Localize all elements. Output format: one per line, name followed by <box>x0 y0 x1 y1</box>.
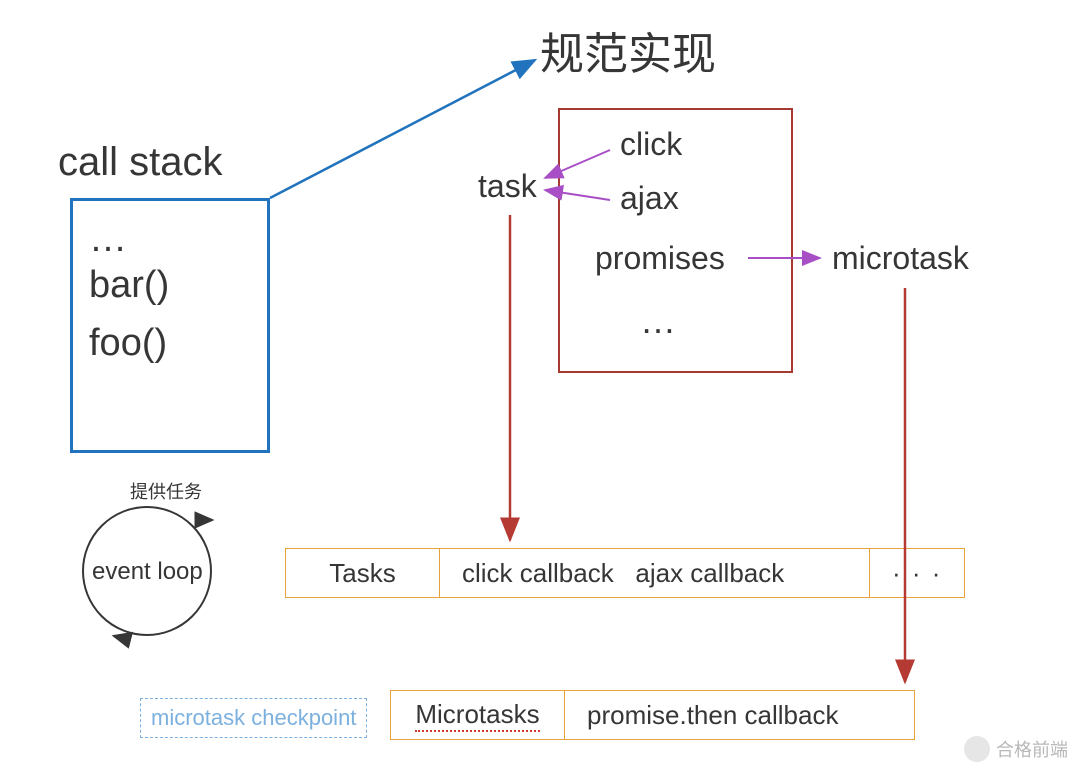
watermark: 合格前端 <box>964 736 1068 762</box>
call-stack-title: call stack <box>58 140 223 185</box>
microtask-label: microtask <box>832 240 969 277</box>
microtask-checkpoint-box: microtask checkpoint <box>140 698 367 738</box>
event-loop-text: event loop <box>92 558 203 586</box>
microtasks-header-cell: Microtasks <box>390 690 565 740</box>
spec-item-promises: promises <box>595 240 725 277</box>
tasks-header-cell: Tasks <box>285 548 440 598</box>
task-label: task <box>478 168 537 205</box>
tasks-ellipsis-cell: · · · <box>870 548 965 598</box>
spec-item-ajax: ajax <box>620 180 679 217</box>
spec-impl-title: 规范实现 <box>540 18 716 82</box>
watermark-icon <box>964 736 990 762</box>
call-stack-item: bar() <box>89 264 251 307</box>
provides-task-label: 提供任务 <box>130 478 202 504</box>
event-loop-arrowhead-bottom <box>114 636 130 640</box>
microtasks-queue: Microtasks promise.then callback <box>390 690 915 740</box>
tasks-content-cell: click callback ajax callback <box>440 548 870 598</box>
spec-item-click: click <box>620 126 682 163</box>
call-stack-item: foo() <box>89 322 251 365</box>
tasks-queue: Tasks click callback ajax callback · · · <box>285 548 965 598</box>
call-stack-box: … bar() foo() <box>70 198 270 453</box>
microtasks-header-text: Microtasks <box>415 699 539 732</box>
watermark-text: 合格前端 <box>996 736 1068 762</box>
call-stack-ellipsis: … <box>89 211 251 249</box>
microtasks-content-cell: promise.then callback <box>565 690 915 740</box>
spec-item-ellipsis: … <box>640 300 676 342</box>
